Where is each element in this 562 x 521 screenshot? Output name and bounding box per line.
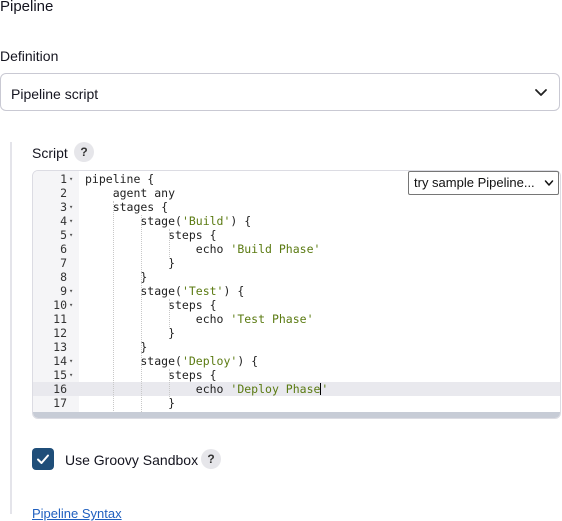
code-text: steps { [85, 368, 217, 382]
line-number: 12 [53, 326, 67, 340]
indent-guide [169, 299, 170, 329]
line-number: 13 [53, 340, 67, 354]
fold-toggle-icon[interactable]: ▾ [69, 354, 73, 368]
code-text: echo 'Deploy Phase' [85, 382, 329, 396]
fold-toggle-icon[interactable]: ▾ [69, 228, 73, 242]
code-text: stage('Build') { [85, 214, 252, 228]
line-number: 15 [53, 368, 67, 382]
fold-toggle-icon[interactable]: ▾ [69, 214, 73, 228]
sample-select-value: try sample Pipeline... [414, 175, 535, 190]
line-number: 5 [60, 228, 67, 242]
line-number: 1 [60, 172, 67, 186]
try-sample-pipeline-select[interactable]: try sample Pipeline... [408, 171, 559, 195]
indent-guide [169, 229, 170, 259]
code-text: pipeline { [85, 172, 155, 186]
line-number: 6 [60, 242, 67, 256]
line-number: 3 [60, 200, 67, 214]
code-text: steps { [85, 228, 217, 242]
indent-guide [113, 201, 114, 418]
code-text: stage('Deploy') { [85, 354, 259, 368]
fold-toggle-icon[interactable]: ▾ [69, 172, 73, 186]
use-groovy-sandbox-label[interactable]: Use Groovy Sandbox [65, 452, 198, 468]
indent-guide [169, 369, 170, 399]
editor-horizontal-scrollbar[interactable] [33, 412, 560, 418]
line-number: 17 [53, 396, 67, 410]
definition-label: Definition [0, 48, 59, 64]
script-label: Script [32, 145, 68, 161]
line-number: 9 [60, 284, 67, 298]
indent-guide [141, 215, 142, 418]
sandbox-help-icon[interactable]: ? [201, 449, 221, 469]
fold-toggle-icon[interactable]: ▾ [69, 368, 73, 382]
fold-toggle-icon[interactable]: ▾ [69, 200, 73, 214]
definition-select[interactable]: Pipeline script [0, 73, 560, 111]
code-text: agent any [85, 186, 176, 200]
line-number: 16 [53, 382, 67, 396]
code-text: stage('Test') { [85, 284, 245, 298]
line-number: 8 [60, 270, 67, 284]
chevron-down-icon [544, 180, 554, 186]
section-divider [10, 142, 12, 514]
code-text: } [85, 340, 148, 354]
line-number: 2 [60, 186, 67, 200]
fold-toggle-icon[interactable]: ▾ [69, 284, 73, 298]
code-text: } [85, 326, 176, 340]
line-number: 11 [53, 312, 67, 326]
chevron-down-icon [535, 89, 547, 96]
line-number: 14 [53, 354, 67, 368]
script-help-icon[interactable]: ? [74, 142, 94, 162]
checkmark-icon [37, 454, 49, 464]
code-text: stages { [85, 200, 169, 214]
code-text: echo 'Build Phase' [85, 242, 321, 256]
code-text: steps { [85, 298, 217, 312]
code-text: } [85, 270, 148, 284]
line-number: 10 [53, 298, 67, 312]
line-number: 7 [60, 256, 67, 270]
code-text: } [85, 396, 176, 410]
page-title: Pipeline [0, 0, 54, 15]
line-number: 4 [60, 214, 67, 228]
code-text: } [85, 256, 176, 270]
code-text: echo 'Test Phase' [85, 312, 314, 326]
definition-select-value: Pipeline script [11, 86, 99, 102]
script-editor[interactable]: 1 ▾ pipeline {2 agent any 3 ▾ stages {4 ▾ sta… [32, 170, 561, 419]
use-groovy-sandbox-checkbox[interactable] [32, 448, 54, 470]
fold-toggle-icon[interactable]: ▾ [69, 298, 73, 312]
